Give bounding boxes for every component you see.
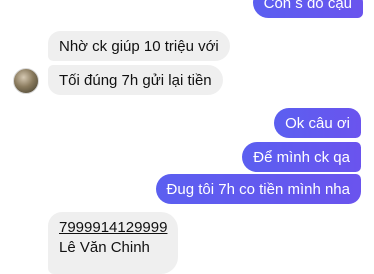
incoming-message[interactable]: Nhờ ck giúp 10 triệu với [48, 31, 230, 61]
account-name: Lê Văn Chinh [59, 239, 150, 256]
message-text: Để mình ck qa [253, 149, 350, 166]
outgoing-message[interactable]: Để mình ck qa [242, 142, 361, 172]
incoming-message[interactable]: 7999914129999 Lê Văn Chinh [48, 212, 179, 274]
chat-thread: Còn s đó cậu Nhờ ck giúp 10 triệu với Tố… [0, 0, 374, 274]
message-text: Tối đúng 7h gửi lại tiền [59, 72, 212, 89]
outgoing-message[interactable]: Ok câu ơi [274, 108, 361, 138]
message-text: Còn s đó cậu [263, 0, 352, 12]
outgoing-message[interactable]: Còn s đó cậu [252, 0, 363, 18]
message-text: Nhờ ck giúp 10 triệu với [59, 38, 219, 55]
account-number-link[interactable]: 7999914129999 [59, 218, 167, 238]
incoming-message[interactable]: Tối đúng 7h gửi lại tiền [48, 65, 223, 95]
outgoing-message[interactable]: Đug tôi 7h co tiền mình nha [155, 174, 361, 204]
message-text: Ok câu ơi [285, 115, 350, 132]
avatar[interactable] [13, 68, 39, 94]
message-text: Đug tôi 7h co tiền mình nha [166, 181, 350, 198]
